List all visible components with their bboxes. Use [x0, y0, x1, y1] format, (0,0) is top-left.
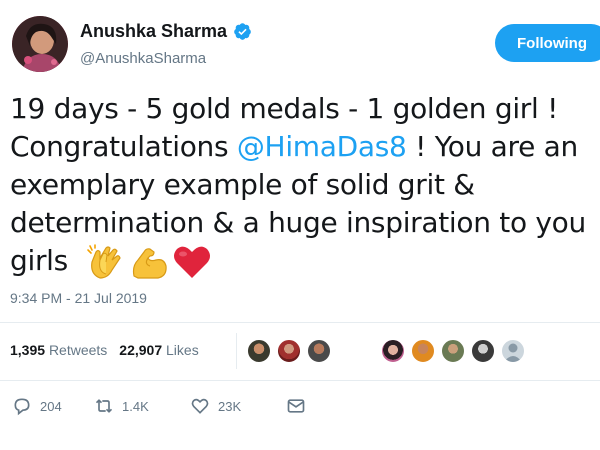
- liker-avatar[interactable]: [246, 338, 272, 364]
- author-name-row: Anushka Sharma: [80, 21, 252, 42]
- mention-link[interactable]: @HimaDas8: [237, 130, 407, 163]
- default-avatar[interactable]: [500, 338, 526, 364]
- liker-avatar[interactable]: [440, 338, 466, 364]
- tweet-line-2: Congratulations @HimaDas8 ! You are an: [10, 128, 600, 166]
- likes-stat[interactable]: 22,907 Likes: [119, 342, 198, 358]
- retweets-stat[interactable]: 1,395 Retweets: [10, 342, 107, 358]
- stats-separator: [236, 333, 237, 369]
- following-button[interactable]: Following: [495, 24, 600, 62]
- author-name[interactable]: Anushka Sharma: [80, 21, 227, 42]
- engagement-stats: 1,395 Retweets 22,907 Likes: [10, 342, 199, 358]
- tweet-timestamp[interactable]: 9:34 PM - 21 Jul 2019: [10, 290, 147, 306]
- tweet-text: 19 days - 5 gold medals - 1 golden girl …: [10, 90, 600, 280]
- author-avatar[interactable]: [12, 16, 68, 72]
- tweet-line-3: exemplary example of solid grit &: [10, 168, 475, 201]
- retweets-count: 1,395: [10, 342, 46, 358]
- tweet-line-2-prefix: Congratulations: [10, 130, 237, 163]
- verified-icon: [234, 23, 251, 40]
- avatar-image: [12, 16, 68, 72]
- liker-avatar[interactable]: [380, 338, 406, 364]
- author-handle[interactable]: @AnushkaSharma: [80, 50, 206, 67]
- liker-avatar[interactable]: [306, 338, 332, 364]
- like-icon: [191, 398, 209, 414]
- tweet-line-4: determination & a huge inspiration to yo…: [10, 206, 586, 239]
- divider-bottom: [0, 380, 600, 381]
- direct-message-icon: [287, 399, 305, 413]
- retweet-action[interactable]: 1.4K: [94, 396, 190, 416]
- divider-top: [0, 322, 600, 323]
- retweet-icon: [95, 399, 113, 413]
- direct-message-action[interactable]: [286, 396, 306, 416]
- flexed-biceps-emoji-icon: [132, 248, 167, 279]
- liker-avatars-group-2: [380, 338, 526, 364]
- tweet-line-2-suffix: ! You are an: [406, 130, 578, 163]
- red-heart-emoji-icon: [173, 246, 210, 278]
- like-action[interactable]: 23K: [190, 396, 286, 416]
- liker-avatars-group-1: [246, 338, 332, 364]
- tweet-line-5: girls: [10, 242, 600, 280]
- reply-count: 204: [40, 398, 62, 414]
- retweet-count: 1.4K: [122, 398, 149, 414]
- tweet-line-1: 19 days - 5 gold medals - 1 golden girl …: [10, 92, 559, 125]
- liker-avatar[interactable]: [276, 338, 302, 364]
- liker-avatar[interactable]: [410, 338, 436, 364]
- default-profile-icon: [504, 343, 522, 362]
- retweets-label: Retweets: [48, 342, 108, 358]
- likes-label: Likes: [166, 342, 199, 358]
- liker-avatar[interactable]: [470, 338, 496, 364]
- like-count: 23K: [218, 398, 242, 414]
- clap-emoji-icon: [87, 244, 121, 279]
- tweet-line-5-text: girls: [10, 244, 68, 277]
- reply-action[interactable]: 204: [12, 396, 94, 416]
- reply-icon: [14, 398, 30, 416]
- likes-count: 22,907: [119, 342, 163, 358]
- tweet-actions: 204 1.4K 23K: [12, 396, 306, 416]
